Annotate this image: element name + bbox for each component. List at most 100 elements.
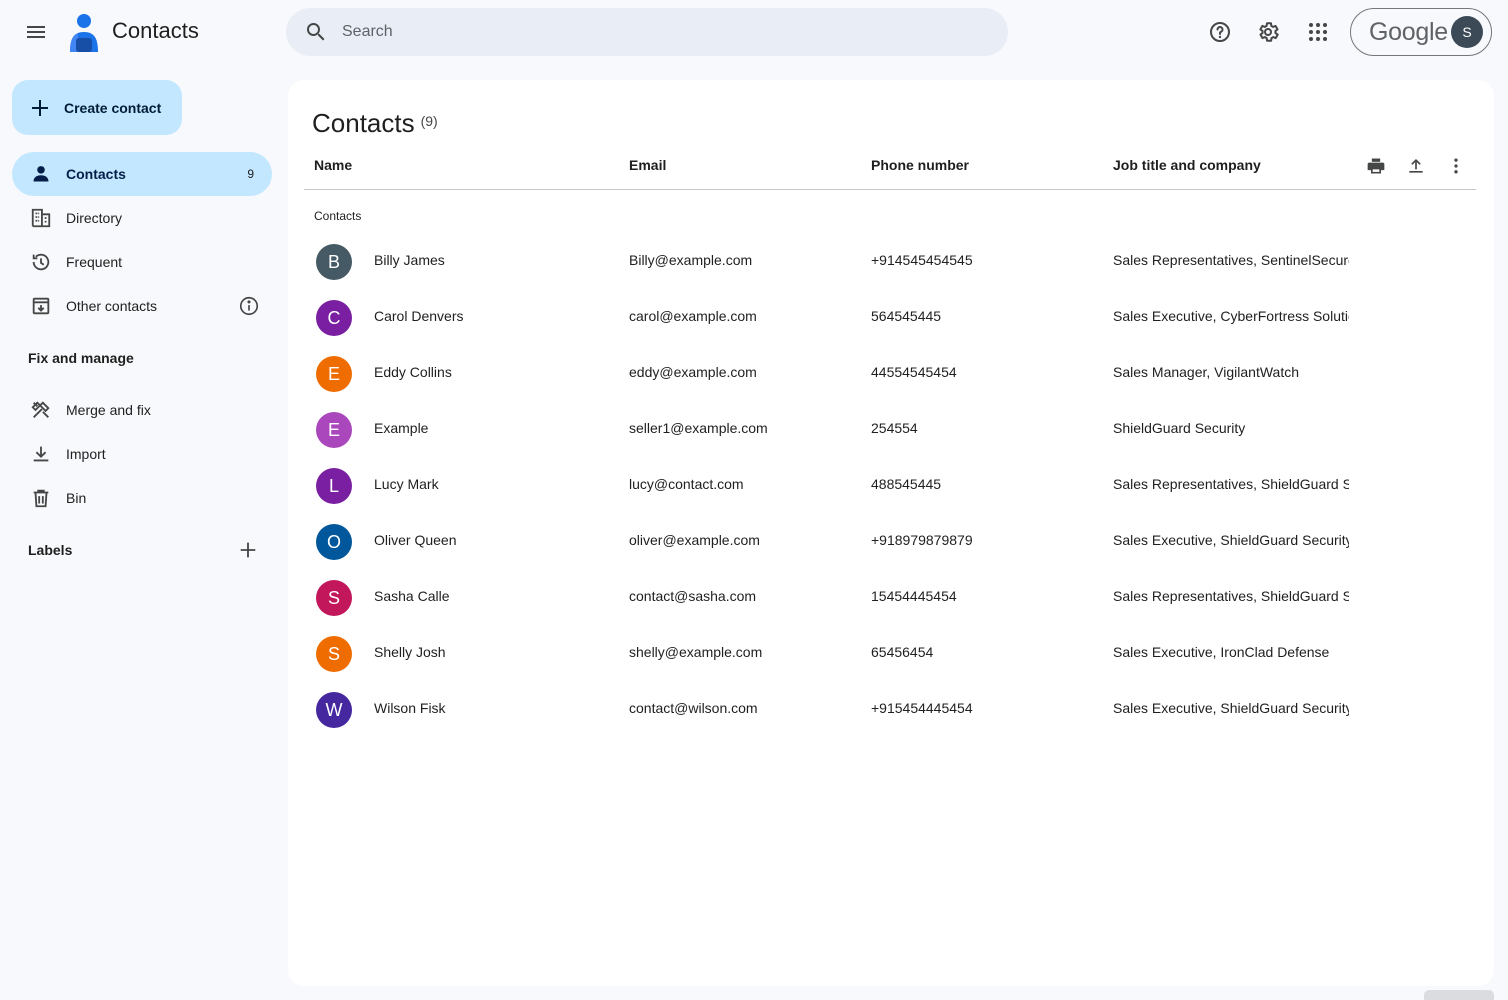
contact-name: Oliver Queen <box>374 532 457 548</box>
sidebar-item-label: Directory <box>66 210 123 226</box>
contact-avatar: C <box>316 300 352 336</box>
table-row[interactable]: B Billy James Billy@example.com +9145454545… <box>304 234 1476 290</box>
column-header-email[interactable]: Email <box>629 157 666 173</box>
top-bar: Contacts Google S <box>0 0 1508 64</box>
person-icon <box>12 164 66 184</box>
table-header: Name Email Phone number Job title and co… <box>304 150 1476 190</box>
google-wordmark: Google <box>1369 17 1448 46</box>
search-input[interactable] <box>342 23 942 41</box>
contact-email: contact@wilson.com <box>629 700 758 716</box>
contact-email: carol@example.com <box>629 308 757 324</box>
table-row[interactable]: C Carol Denvers carol@example.com 564545445… <box>304 290 1476 346</box>
contact-phone: 44554545454 <box>871 364 957 380</box>
contact-email: contact@sasha.com <box>629 588 757 604</box>
export-icon[interactable] <box>1404 154 1428 178</box>
column-header-name[interactable]: Name <box>314 157 352 173</box>
contact-email: oliver@example.com <box>629 532 760 548</box>
contact-avatar: S <box>316 636 352 672</box>
main-menu-button[interactable] <box>16 12 56 52</box>
download-icon <box>12 443 66 465</box>
sidebar-item-label: Contacts <box>66 166 126 182</box>
contact-job: Sales Executive, ShieldGuard Security <box>1113 700 1349 716</box>
contact-name: Carol Denvers <box>374 308 464 324</box>
more-vert-icon[interactable] <box>1444 154 1468 178</box>
hamburger-menu-icon <box>27 26 45 38</box>
contacts-logo-icon <box>66 12 102 52</box>
table-row[interactable]: E Eddy Collins eddy@example.com 44554545454… <box>304 346 1476 402</box>
contact-job: ShieldGuard Security <box>1113 420 1246 436</box>
contact-avatar: O <box>316 524 352 560</box>
user-avatar[interactable]: S <box>1451 16 1483 48</box>
column-header-phone[interactable]: Phone number <box>871 157 969 173</box>
contact-name: Billy James <box>374 252 445 268</box>
apps-button[interactable] <box>1298 12 1338 52</box>
table-row[interactable]: W Wilson Fisk contact@wilson.com +915454445… <box>304 682 1476 738</box>
contact-job: Sales Executive, ShieldGuard Security <box>1113 532 1349 548</box>
contact-email: seller1@example.com <box>629 420 768 436</box>
settings-button[interactable] <box>1248 12 1288 52</box>
contact-phone: 65456454 <box>871 644 934 660</box>
history-icon <box>12 251 66 273</box>
sidebar-item-directory[interactable]: Directory <box>12 196 272 240</box>
contact-avatar: B <box>316 244 352 280</box>
tools-icon <box>12 399 66 421</box>
contact-email: Billy@example.com <box>629 252 753 268</box>
contact-name: Example <box>374 420 429 436</box>
sidebar-item-label: Bin <box>66 490 87 506</box>
contact-phone: 15454445454 <box>871 588 957 604</box>
scrollbar-thumb[interactable] <box>1424 990 1494 1000</box>
contact-phone: 488545445 <box>871 476 942 492</box>
contact-job: Sales Executive, IronClad Defense <box>1113 644 1330 660</box>
contacts-count-badge: 9 <box>247 167 254 181</box>
contact-phone: +915454445454 <box>871 700 973 716</box>
main-panel: Contacts (9) Name Email Phone number Job … <box>288 80 1494 986</box>
table-row[interactable]: S Shelly Josh shelly@example.com 65456454 Sa… <box>304 626 1476 682</box>
contact-job: Sales Manager, VigilantWatch <box>1113 364 1299 380</box>
contact-phone: +914545454545 <box>871 252 973 268</box>
contact-phone: 254554 <box>871 420 918 436</box>
contact-job: Sales Representatives, SentinelSecure <box>1113 252 1349 268</box>
search-icon[interactable] <box>286 20 342 44</box>
plus-icon <box>240 542 256 558</box>
page-title: Contacts (9) <box>312 108 438 139</box>
sidebar-item-merge-fix[interactable]: Merge and fix <box>12 388 272 432</box>
contact-avatar: E <box>316 412 352 448</box>
table-row[interactable]: O Oliver Queen oliver@example.com +91897987… <box>304 514 1476 570</box>
sidebar-item-label: Other contacts <box>66 298 158 314</box>
help-button[interactable] <box>1200 12 1240 52</box>
sidebar-item-label: Frequent <box>66 254 123 270</box>
table-row[interactable]: S Sasha Calle contact@sasha.com 15454445454… <box>304 570 1476 626</box>
contact-name: Wilson Fisk <box>374 700 446 716</box>
sidebar-item-import[interactable]: Import <box>12 432 272 476</box>
create-contact-button[interactable]: Create contact <box>12 80 182 135</box>
sidebar-item-other-contacts[interactable]: Other contacts <box>12 284 272 328</box>
create-contact-label: Create contact <box>64 99 162 116</box>
archive-download-icon <box>12 295 66 317</box>
sidebar-item-label: Merge and fix <box>66 402 151 418</box>
contact-phone: 564545445 <box>871 308 942 324</box>
contact-avatar: S <box>316 580 352 616</box>
info-icon[interactable] <box>238 295 260 317</box>
contact-avatar: L <box>316 468 352 504</box>
labels-heading: Labels <box>28 542 73 558</box>
sidebar-item-label: Import <box>66 446 106 462</box>
trash-icon <box>12 487 66 509</box>
column-header-job[interactable]: Job title and company <box>1113 157 1261 173</box>
contact-phone: +918979879879 <box>871 532 973 548</box>
account-button[interactable]: Google S <box>1350 8 1492 56</box>
apps-grid-icon <box>1309 23 1327 41</box>
print-icon[interactable] <box>1364 154 1388 178</box>
page-count: (9) <box>420 113 438 129</box>
contact-email: shelly@example.com <box>629 644 763 660</box>
table-row[interactable]: E Example seller1@example.com 254554 ShieldG… <box>304 402 1476 458</box>
sidebar-item-contacts[interactable]: Contacts 9 <box>12 152 272 196</box>
table-row[interactable]: L Lucy Mark lucy@contact.com 488545445 Sales… <box>304 458 1476 514</box>
add-label-button[interactable] <box>228 530 268 570</box>
contact-email: lucy@contact.com <box>629 476 744 492</box>
contact-avatar: E <box>316 356 352 392</box>
search-bar[interactable] <box>286 8 1008 56</box>
sidebar-item-bin[interactable]: Bin <box>12 476 272 520</box>
help-icon <box>1210 22 1230 42</box>
group-label: Contacts <box>314 209 362 223</box>
sidebar-item-frequent[interactable]: Frequent <box>12 240 272 284</box>
